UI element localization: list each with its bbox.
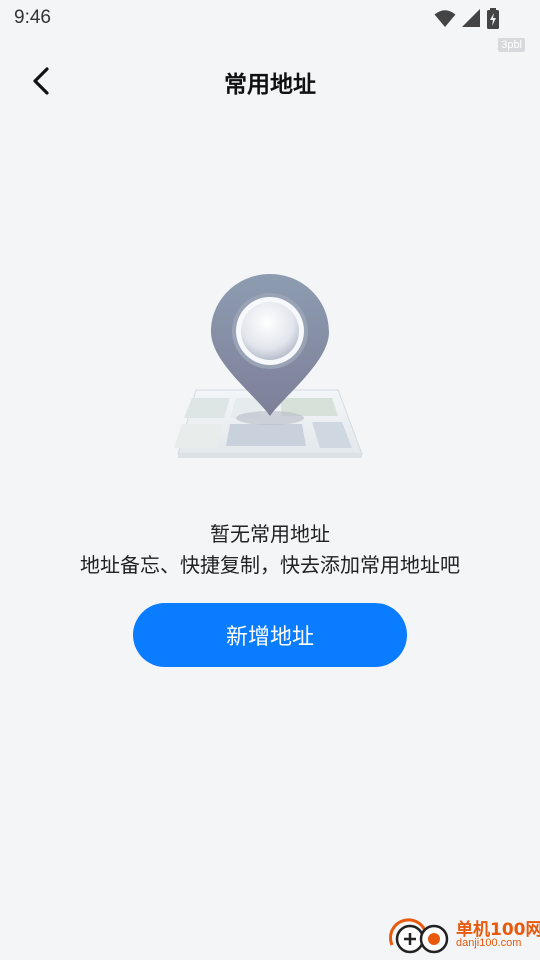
- watermark-logo-icon: [389, 918, 449, 954]
- add-address-button[interactable]: 新增地址: [133, 603, 407, 667]
- page-title: 常用地址: [224, 72, 316, 98]
- status-tag: 3pbl: [498, 38, 525, 52]
- watermark-url: danji100.com: [456, 937, 522, 949]
- cellular-signal-icon: [461, 9, 480, 27]
- empty-state-title: 暂无常用地址: [210, 522, 330, 546]
- nav-bar: 常用地址: [0, 52, 540, 108]
- empty-state-description: 地址备忘、快捷复制，快去添加常用地址吧: [80, 553, 460, 577]
- status-icons: [434, 8, 500, 30]
- status-time: 9:46: [14, 7, 51, 28]
- map-pin-illustration: [170, 268, 370, 472]
- status-bar: 9:46 3pbl: [0, 0, 540, 52]
- wifi-icon: [434, 10, 456, 27]
- battery-charging-icon: [487, 8, 499, 29]
